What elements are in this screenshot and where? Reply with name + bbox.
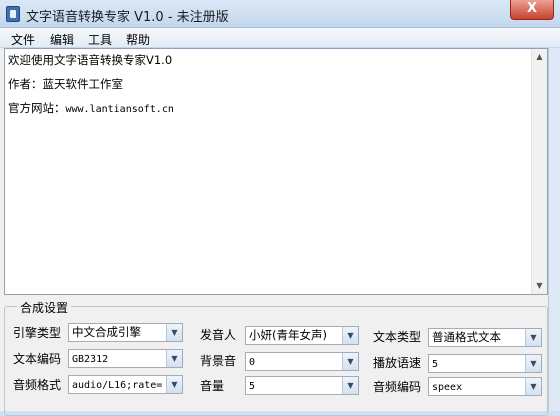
close-button[interactable]: X [510, 0, 554, 20]
scroll-up-icon[interactable]: ▲ [532, 49, 547, 65]
website-label: 官方网站： [8, 101, 66, 115]
background-sound-select[interactable]: 0 ▼ [245, 352, 359, 371]
audio-codec-select[interactable]: speex ▼ [428, 377, 542, 396]
app-icon [6, 6, 20, 22]
chevron-down-icon[interactable]: ▼ [342, 353, 358, 370]
chevron-down-icon[interactable]: ▼ [525, 378, 541, 395]
text-type-label: 文本类型 [373, 330, 422, 344]
menu-tools[interactable]: 工具 [88, 31, 112, 48]
chevron-down-icon[interactable]: ▼ [525, 329, 541, 346]
speaker-select[interactable]: 小妍(青年女声) ▼ [245, 326, 359, 345]
scroll-down-icon[interactable]: ▼ [532, 278, 547, 294]
synthesis-settings-group: 合成设置 引擎类型 中文合成引擎 ▼ 发音人 小妍(青年女声) ▼ 文本类型 普… [4, 299, 548, 416]
speech-rate-label: 播放语速 [373, 356, 422, 370]
engine-type-select[interactable]: 中文合成引擎 ▼ [68, 323, 183, 342]
app-window: 文字语音转换专家 V1.0 - 未注册版 X 文件 编辑 工具 帮助 欢迎使用文… [0, 0, 560, 416]
window-edge [548, 48, 560, 411]
audio-format-select[interactable]: audio/L16;rate= ▼ [68, 375, 183, 394]
chevron-down-icon[interactable]: ▼ [166, 350, 182, 367]
speaker-label: 发音人 [200, 328, 237, 342]
chevron-down-icon[interactable]: ▼ [525, 355, 541, 372]
speech-rate-select[interactable]: 5 ▼ [428, 354, 542, 373]
menu-file[interactable]: 文件 [11, 31, 35, 48]
audio-format-label: 音频格式 [13, 378, 62, 392]
menu-bar: 文件 编辑 工具 帮助 [0, 28, 560, 48]
settings-title: 合成设置 [17, 299, 72, 316]
chevron-down-icon[interactable]: ▼ [342, 377, 358, 394]
volume-label: 音量 [200, 379, 225, 393]
editor-line: 作者：蓝天软件工作室 [8, 77, 123, 91]
window-title: 文字语音转换专家 V1.0 - 未注册版 [26, 10, 229, 25]
text-editor[interactable]: 欢迎使用文字语音转换专家V1.0 作者：蓝天软件工作室 官方网站：www.lan… [4, 48, 548, 295]
chevron-down-icon[interactable]: ▼ [342, 327, 358, 344]
text-encoding-select[interactable]: GB2312 ▼ [68, 349, 183, 368]
menu-help[interactable]: 帮助 [126, 31, 150, 48]
editor-line: 官方网站：www.lantiansoft.cn [8, 100, 174, 116]
vertical-scrollbar[interactable]: ▲ ▼ [531, 49, 547, 294]
menu-edit[interactable]: 编辑 [50, 31, 74, 48]
volume-select[interactable]: 5 ▼ [245, 376, 359, 395]
text-type-select[interactable]: 普通格式文本 ▼ [428, 328, 542, 347]
engine-type-label: 引擎类型 [13, 326, 62, 340]
editor-line: 欢迎使用文字语音转换专家V1.0 [8, 53, 173, 67]
chevron-down-icon[interactable]: ▼ [166, 376, 182, 393]
website-url: www.lantiansoft.cn [65, 104, 174, 115]
text-encoding-label: 文本编码 [13, 352, 62, 366]
audio-codec-label: 音频编码 [373, 380, 422, 394]
title-bar[interactable]: 文字语音转换专家 V1.0 - 未注册版 X [0, 0, 560, 28]
background-sound-label: 背景音 [200, 354, 237, 368]
chevron-down-icon[interactable]: ▼ [166, 324, 182, 341]
